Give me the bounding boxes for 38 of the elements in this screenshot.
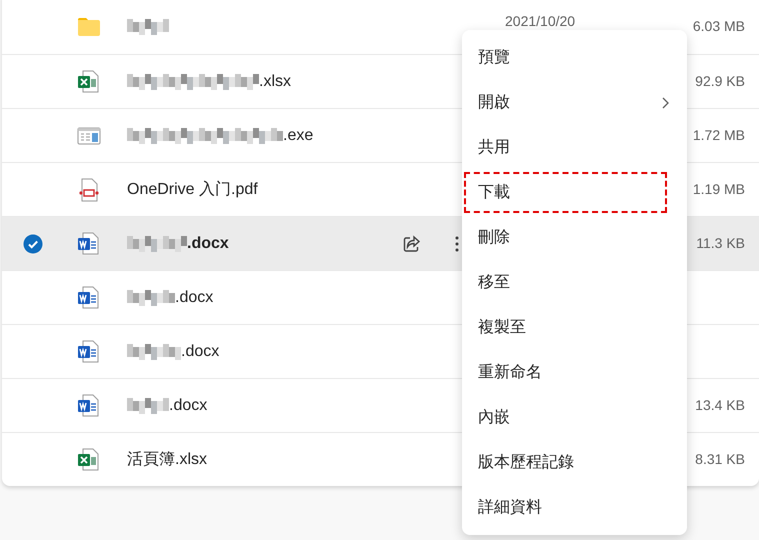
file-size: 13.4 KB xyxy=(695,396,745,412)
folder-icon xyxy=(77,17,101,37)
spreadsheet-file-icon xyxy=(77,70,101,94)
file-name[interactable]: .docx xyxy=(175,286,214,310)
file-name[interactable]: .docx xyxy=(181,340,220,364)
file-size: 8.31 KB xyxy=(695,450,745,466)
document-file-icon xyxy=(77,232,101,256)
menu-item[interactable]: 下載 xyxy=(462,170,669,215)
application-window-icon xyxy=(77,126,101,146)
document-file-icon xyxy=(77,340,101,364)
menu-item[interactable]: 預覽 xyxy=(462,35,687,80)
spreadsheet-file-icon xyxy=(77,448,101,472)
menu-item[interactable]: 詳細資料 xyxy=(462,485,687,530)
menu-item[interactable]: 共用 xyxy=(462,125,687,170)
menu-item[interactable]: 刪除 xyxy=(462,215,687,260)
file-name[interactable]: 活頁簿.xlsx xyxy=(127,448,207,472)
checkmark-icon[interactable] xyxy=(23,234,43,254)
modified-date: 2021/10/20 xyxy=(505,13,576,29)
menu-item[interactable]: 版本歷程記錄 xyxy=(462,440,687,485)
more-icon[interactable] xyxy=(455,236,459,252)
file-size: 1.19 MB xyxy=(692,180,745,196)
file-size: 6.03 MB xyxy=(692,18,745,34)
document-file-icon xyxy=(77,394,101,418)
file-name[interactable]: .xlsx xyxy=(259,70,291,94)
menu-item[interactable]: 開啟 xyxy=(462,80,687,125)
file-name[interactable]: .exe xyxy=(283,124,314,148)
menu-item[interactable]: 內嵌 xyxy=(462,395,687,440)
file-name[interactable]: OneDrive 入门.pdf xyxy=(127,178,258,202)
file-name[interactable]: .docx xyxy=(187,232,229,256)
share-icon[interactable] xyxy=(402,234,422,254)
menu-item[interactable]: 重新命名 xyxy=(462,350,687,395)
file-size: 92.9 KB xyxy=(695,72,745,88)
document-file-icon xyxy=(77,286,101,310)
file-size: 1.72 MB xyxy=(692,126,745,142)
file-name[interactable]: .docx xyxy=(169,394,208,418)
file-size: 11.3 KB xyxy=(696,234,745,250)
pdf-file-icon xyxy=(77,178,101,202)
menu-item[interactable]: 複製至 xyxy=(462,305,687,350)
